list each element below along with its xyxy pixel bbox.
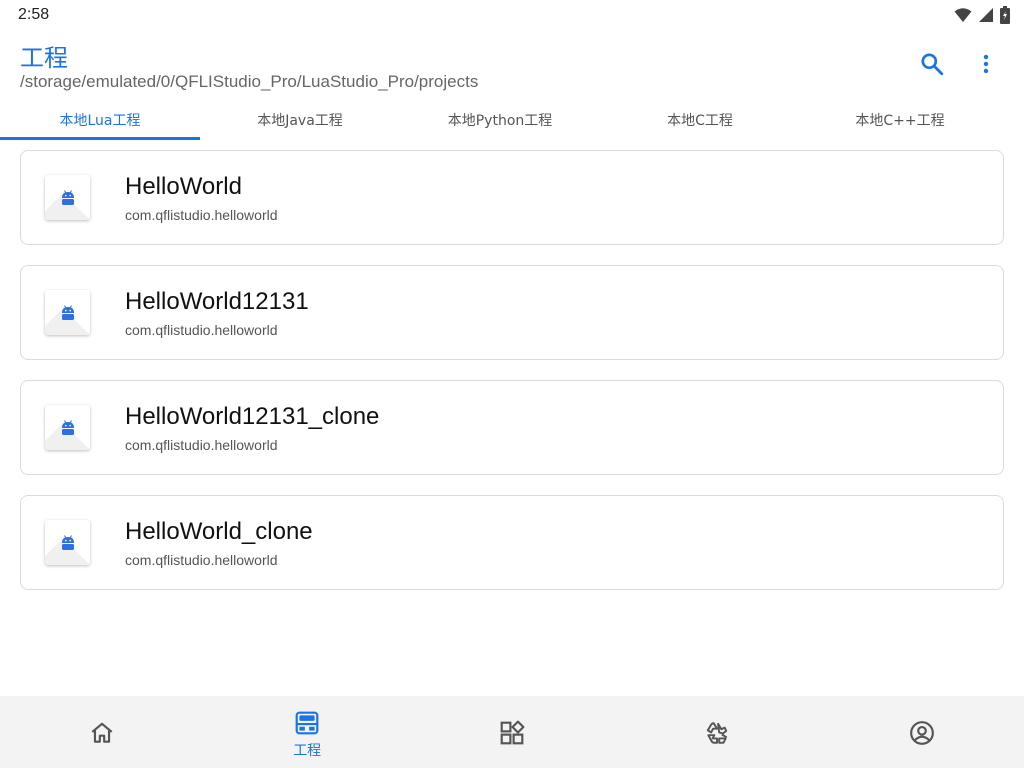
status-bar: 2:58 [0, 0, 1024, 30]
tab-local-java[interactable]: 本地Java工程 [200, 100, 400, 140]
nav-projects-label: 工程 [293, 743, 322, 759]
tab-local-cpp[interactable]: 本地C++工程 [800, 100, 1024, 140]
project-package: com.qflistudio.helloworld [125, 322, 278, 338]
home-icon [91, 722, 113, 743]
project-card[interactable]: HelloWorld12131_clone com.qflistudio.hel… [20, 380, 1004, 475]
project-package: com.qflistudio.helloworld [125, 437, 278, 453]
project-card[interactable]: HelloWorld_clone com.qflistudio.hellowor… [20, 495, 1004, 590]
project-package: com.qflistudio.helloworld [125, 207, 278, 223]
nav-home[interactable] [0, 696, 205, 768]
android-icon [61, 419, 74, 435]
project-path: /storage/emulated/0/QFLIStudio_Pro/LuaSt… [20, 72, 479, 91]
bottom-nav: 工程 [0, 696, 1024, 768]
nav-account[interactable] [819, 696, 1024, 768]
tab-local-python[interactable]: 本地Python工程 [400, 100, 600, 140]
recycle-icon [706, 722, 728, 744]
search-icon [921, 53, 944, 76]
project-name: HelloWorld_clone [125, 518, 313, 545]
app-bar: 工程 /storage/emulated/0/QFLIStudio_Pro/Lu… [0, 30, 1024, 100]
nav-projects[interactable]: 工程 [205, 696, 410, 768]
project-icon [45, 405, 90, 450]
android-icon [61, 189, 74, 205]
tab-local-c[interactable]: 本地C工程 [600, 100, 800, 140]
project-icon [45, 175, 90, 220]
project-icon [45, 520, 90, 565]
more-options-button[interactable] [970, 48, 1002, 80]
battery-icon [1000, 6, 1010, 24]
project-name: HelloWorld12131_clone [125, 403, 380, 430]
projects-icon [295, 711, 319, 735]
project-package: com.qflistudio.helloworld [125, 552, 278, 568]
project-card[interactable]: HelloWorld12131 com.qflistudio.helloworl… [20, 265, 1004, 360]
tab-local-lua[interactable]: 本地Lua工程 [0, 100, 200, 140]
wifi-icon [954, 8, 972, 22]
android-icon [61, 534, 74, 550]
project-icon [45, 290, 90, 335]
project-name: HelloWorld [125, 173, 242, 200]
project-card[interactable]: HelloWorld com.qflistudio.helloworld [20, 150, 1004, 245]
project-name: HelloWorld12131 [125, 288, 309, 315]
account-icon [909, 721, 934, 745]
project-list: HelloWorld com.qflistudio.helloworld Hel… [20, 150, 1004, 610]
screen: 2:58 工程 /storage/emulated/0/QFLIStudio_P… [0, 0, 1024, 768]
more-vert-icon [983, 54, 989, 74]
status-icons [954, 6, 1010, 24]
search-button[interactable] [916, 48, 948, 80]
tab-bar: 本地Lua工程 本地Java工程 本地Python工程 本地C工程 本地C++工… [0, 100, 1024, 140]
page-title: 工程 [20, 44, 68, 72]
widgets-icon [500, 720, 525, 745]
android-icon [61, 304, 74, 320]
status-time: 2:58 [18, 6, 50, 23]
nav-widgets[interactable] [410, 696, 615, 768]
signal-icon [979, 8, 993, 22]
nav-recycle[interactable] [614, 696, 819, 768]
